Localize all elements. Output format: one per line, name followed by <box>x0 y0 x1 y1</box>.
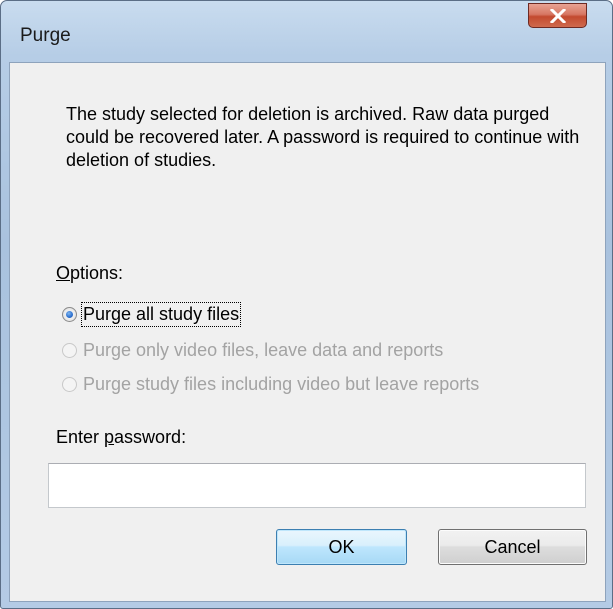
radio-button-disabled <box>62 342 77 358</box>
window-title: Purge <box>20 25 71 46</box>
password-field[interactable] <box>48 463 586 508</box>
radio-purge-all[interactable]: Purge all study files <box>62 301 242 327</box>
purge-dialog: Purge The study selected for deletion is… <box>0 0 613 609</box>
dialog-body: The study selected for deletion is archi… <box>9 62 606 602</box>
title-bar[interactable]: Purge <box>1 1 612 63</box>
password-label: Enter password: <box>56 427 187 447</box>
close-button[interactable] <box>528 3 587 28</box>
options-label: Options: <box>56 263 124 283</box>
cancel-button[interactable]: Cancel <box>438 529 587 565</box>
radio-label-purge-all[interactable]: Purge all study files <box>80 301 242 327</box>
radio-button-checked[interactable] <box>62 306 77 322</box>
radio-label-purge-keep-reports: Purge study files including video but le… <box>83 373 480 394</box>
radio-purge-keep-reports: Purge study files including video but le… <box>62 371 479 397</box>
radio-button-disabled <box>62 376 77 392</box>
radio-label-purge-video-only: Purge only video files, leave data and r… <box>83 339 444 360</box>
warning-message: The study selected for deletion is archi… <box>66 104 580 170</box>
close-icon <box>550 9 566 23</box>
radio-purge-video-only: Purge only video files, leave data and r… <box>62 337 443 363</box>
ok-button[interactable]: OK <box>276 529 407 565</box>
